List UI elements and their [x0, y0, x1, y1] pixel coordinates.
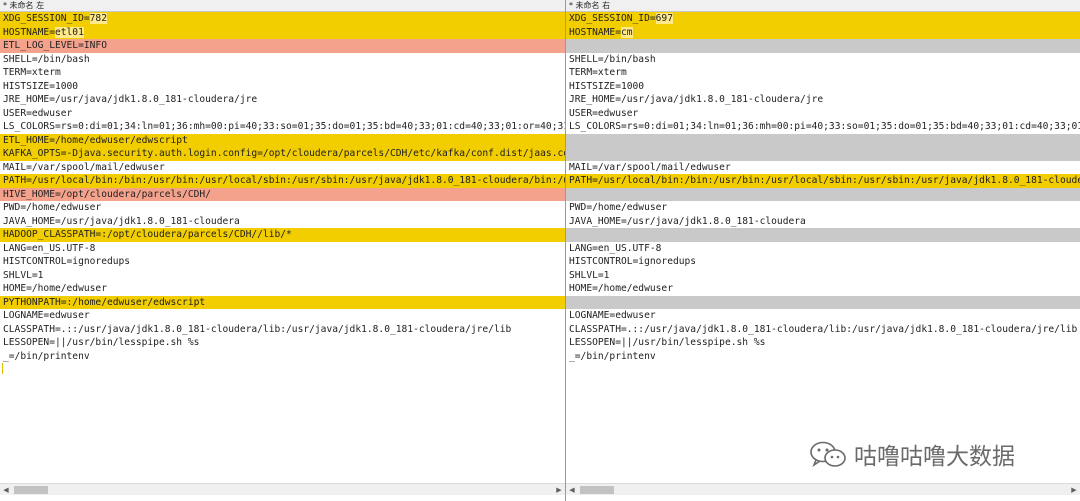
diff-line[interactable]: PWD=/home/edwuser: [0, 201, 565, 215]
diff-line[interactable]: HOSTNAME=cm: [566, 25, 1080, 39]
diff-line[interactable]: LANG=en_US.UTF-8: [566, 241, 1080, 255]
diff-line[interactable]: JAVA_HOME=/usr/java/jdk1.8.0_181-clouder…: [566, 214, 1080, 228]
diff-line[interactable]: LOGNAME=edwuser: [0, 309, 565, 323]
diff-line[interactable]: XDG_SESSION_ID=782: [0, 12, 565, 26]
diff-line[interactable]: USER=edwuser: [0, 106, 565, 120]
scroll-right-arrow-icon[interactable]: ▶: [553, 484, 565, 496]
left-diff-pane[interactable]: * 未命名 左 XDG_SESSION_ID=782 HOSTNAME=etl01…: [0, 0, 566, 501]
wechat-icon: [810, 441, 846, 468]
inline-diff-highlight: cm: [620, 26, 633, 38]
diff-line[interactable]: SHLVL=1: [566, 268, 1080, 282]
diff-line[interactable]: LS_COLORS=rs=0:di=01;34:ln=01;36:mh=00:p…: [566, 120, 1080, 134]
diff-line[interactable]: HISTSIZE=1000: [0, 79, 565, 93]
right-pane-lines[interactable]: XDG_SESSION_ID=697 HOSTNAME=cm SHELL=/bin/…: [566, 12, 1080, 482]
diff-line[interactable]: XDG_SESSION_ID=697: [566, 12, 1080, 26]
diff-line[interactable]: SHLVL=1: [0, 268, 565, 282]
diff-line[interactable]: JRE_HOME=/usr/java/jdk1.8.0_181-cloudera…: [0, 93, 565, 107]
diff-gap-line[interactable]: [566, 228, 1080, 242]
diff-line[interactable]: KAFKA_OPTS=-Djava.security.auth.login.co…: [0, 147, 565, 161]
diff-gap-line[interactable]: [566, 295, 1080, 309]
diff-line[interactable]: LS_COLORS=rs=0:di=01;34:ln=01;36:mh=00:p…: [0, 120, 565, 134]
diff-line[interactable]: HOSTNAME=etl01: [0, 25, 565, 39]
diff-line[interactable]: JRE_HOME=/usr/java/jdk1.8.0_181-cloudera…: [566, 93, 1080, 107]
left-pane-lines[interactable]: XDG_SESSION_ID=782 HOSTNAME=etl01 ETL_LOG_…: [0, 12, 565, 482]
diff-line[interactable]: LOGNAME=edwuser: [566, 309, 1080, 323]
diff-line[interactable]: PATH=/usr/local/bin:/bin:/usr/bin:/usr/l…: [566, 174, 1080, 188]
diff-line[interactable]: PATH=/usr/local/bin:/bin:/usr/bin:/usr/l…: [0, 174, 565, 188]
diff-line[interactable]: LESSOPEN=||/usr/bin/lesspipe.sh %s: [0, 336, 565, 350]
diff-line[interactable]: HADOOP_CLASSPATH=:/opt/cloudera/parcels/…: [0, 228, 565, 242]
diff-gap-line[interactable]: [566, 147, 1080, 161]
right-pane-title: * 未命名 右: [566, 0, 1080, 12]
diff-gap-line[interactable]: [566, 133, 1080, 147]
diff-line[interactable]: _=/bin/printenv: [566, 349, 1080, 363]
left-pane-title: * 未命名 左: [0, 0, 565, 12]
left-horizontal-scrollbar[interactable]: ◀ ▶: [0, 483, 565, 495]
diff-line[interactable]: JAVA_HOME=/usr/java/jdk1.8.0_181-clouder…: [0, 214, 565, 228]
diff-line[interactable]: TERM=xterm: [0, 66, 565, 80]
diff-line[interactable]: CLASSPATH=.::/usr/java/jdk1.8.0_181-clou…: [566, 322, 1080, 336]
right-scroll-thumb[interactable]: [580, 486, 614, 494]
diff-line[interactable]: TERM=xterm: [566, 66, 1080, 80]
diff-line[interactable]: MAIL=/var/spool/mail/edwuser: [566, 160, 1080, 174]
diff-line[interactable]: HOME=/home/edwuser: [566, 282, 1080, 296]
diff-line[interactable]: ETL_LOG_LEVEL=INFO: [0, 39, 565, 53]
scroll-left-arrow-icon[interactable]: ◀: [566, 484, 578, 496]
diff-line[interactable]: LANG=en_US.UTF-8: [0, 241, 565, 255]
watermark: 咕噜咕噜大数据: [808, 437, 1015, 471]
diff-line[interactable]: HISTCONTROL=ignoredups: [0, 255, 565, 269]
diff-line[interactable]: ETL_HOME=/home/edwuser/edwscript: [0, 133, 565, 147]
diff-gap-line[interactable]: [566, 39, 1080, 53]
diff-line[interactable]: _=/bin/printenv: [0, 349, 565, 363]
inline-diff-highlight: 782: [89, 13, 107, 24]
left-scroll-thumb[interactable]: [14, 486, 48, 494]
diff-line[interactable]: MAIL=/var/spool/mail/edwuser: [0, 160, 565, 174]
diff-line[interactable]: HISTCONTROL=ignoredups: [566, 255, 1080, 269]
diff-line[interactable]: CLASSPATH=.::/usr/java/jdk1.8.0_181-clou…: [0, 322, 565, 336]
scroll-left-arrow-icon[interactable]: ◀: [0, 484, 12, 496]
diff-line[interactable]: PYTHONPATH=:/home/edwuser/edwscript: [0, 295, 565, 309]
right-horizontal-scrollbar[interactable]: ◀ ▶: [566, 483, 1080, 495]
diff-line[interactable]: USER=edwuser: [566, 106, 1080, 120]
diff-line[interactable]: LESSOPEN=||/usr/bin/lesspipe.sh %s: [566, 336, 1080, 350]
diff-line[interactable]: HOME=/home/edwuser: [0, 282, 565, 296]
right-diff-pane[interactable]: * 未命名 右 XDG_SESSION_ID=697 HOSTNAME=cm SHE…: [566, 0, 1080, 501]
diff-line[interactable]: PWD=/home/edwuser: [566, 201, 1080, 215]
diff-line[interactable]: SHELL=/bin/bash: [566, 52, 1080, 66]
watermark-text: 咕噜咕噜大数据: [854, 444, 1015, 470]
scroll-right-arrow-icon[interactable]: ▶: [1068, 484, 1080, 496]
diff-line[interactable]: HIVE_HOME=/opt/cloudera/parcels/CDH/: [0, 187, 565, 201]
diff-gap-line[interactable]: [566, 187, 1080, 201]
inline-diff-highlight: etl01: [54, 26, 84, 38]
diff-line[interactable]: SHELL=/bin/bash: [0, 52, 565, 66]
diff-line[interactable]: HISTSIZE=1000: [566, 79, 1080, 93]
inline-diff-highlight: 697: [655, 13, 673, 24]
